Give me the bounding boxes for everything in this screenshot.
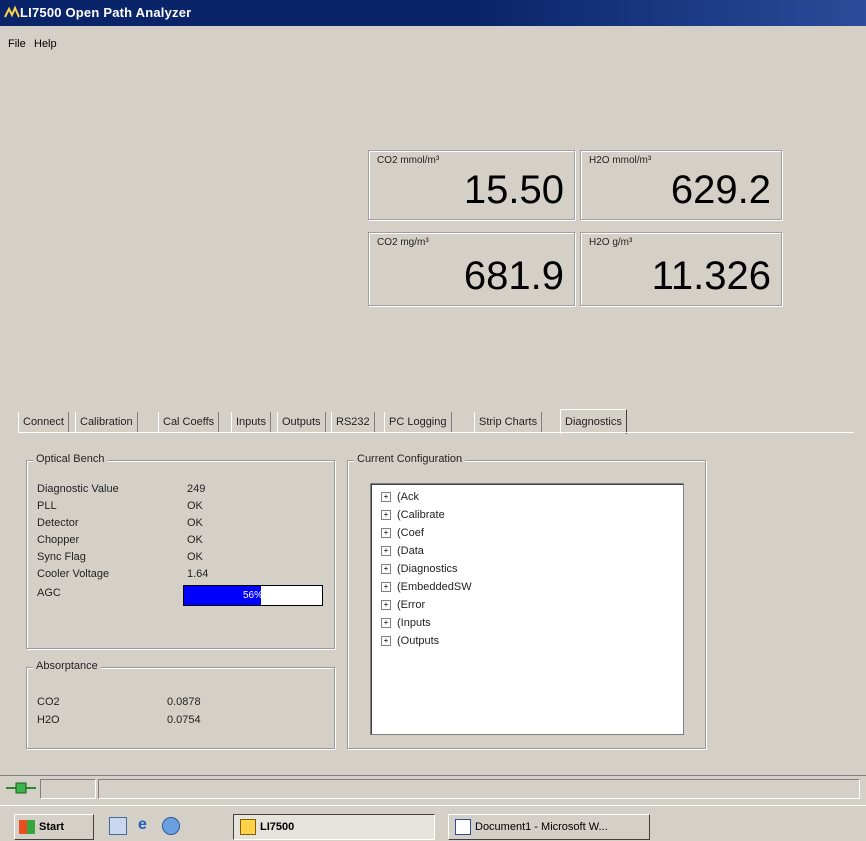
tree-item-label: (Calibrate (397, 509, 445, 521)
expand-icon[interactable]: + (381, 582, 391, 593)
cooler-voltage-value: 1.64 (187, 568, 209, 580)
expand-icon[interactable]: + (381, 546, 391, 557)
tree-item-label: (Coef (397, 527, 424, 539)
tree-item[interactable]: + (Outputs (381, 633, 439, 650)
detector-label: Detector (37, 517, 79, 529)
co2-mmol-label: CO2 mmol/m³ (377, 155, 440, 166)
agc-label: AGC (37, 587, 61, 599)
desktop-icon[interactable] (109, 817, 127, 835)
expand-icon[interactable]: + (381, 636, 391, 647)
h2o-mmol-readout: H2O mmol/m³ 629.2 (580, 150, 782, 220)
tab-pc-logging[interactable]: PC Logging (384, 412, 452, 432)
tree-item[interactable]: + (Coef (381, 525, 424, 542)
sync-flag-value: OK (187, 551, 203, 563)
start-button[interactable]: Start (14, 814, 94, 840)
chopper-value: OK (187, 534, 203, 546)
absorptance-title: Absorptance (33, 660, 101, 672)
h2o-g-readout: H2O g/m³ 11.326 (580, 232, 782, 306)
agc-progress-bar: 56% (183, 585, 323, 606)
li7500-app-icon (240, 819, 256, 836)
internet-explorer-icon[interactable]: e (138, 816, 147, 834)
tab-cal-coeffs[interactable]: Cal Coeffs (158, 412, 220, 432)
expand-icon[interactable]: + (381, 564, 391, 575)
tab-rs232[interactable]: RS232 (331, 412, 375, 432)
status-pane-1 (40, 779, 96, 799)
pll-label: PLL (37, 500, 57, 512)
tree-item[interactable]: + (Ack (381, 489, 419, 506)
taskbar-document1[interactable]: Document1 - Microsoft W... (448, 814, 650, 840)
sync-flag-label: Sync Flag (37, 551, 86, 563)
pll-value: OK (187, 500, 203, 512)
start-label: Start (39, 821, 65, 833)
tree-item-label: (Ack (397, 491, 419, 503)
tree-item[interactable]: + (Calibrate (381, 507, 445, 524)
expand-icon[interactable]: + (381, 600, 391, 611)
configuration-group: Current Configuration + (Ack + (Calibrate … (347, 453, 706, 749)
expand-icon[interactable]: + (381, 510, 391, 521)
expand-icon[interactable]: + (381, 492, 391, 503)
tab-inputs[interactable]: Inputs (231, 412, 271, 432)
tree-item-label: (Outputs (397, 635, 440, 647)
tree-item[interactable]: + (EmbeddedSW (381, 579, 472, 596)
optical-bench-group: Optical Bench Diagnostic Value 249 PLL O… (26, 453, 335, 649)
agc-percent: 56% (242, 590, 263, 601)
tab-strip-charts[interactable]: Strip Charts (474, 412, 543, 432)
expand-icon[interactable]: + (381, 528, 391, 539)
tree-item-label: (Diagnostics (397, 563, 458, 575)
outlook-express-icon[interactable] (162, 817, 180, 835)
tab-diagnostics[interactable]: Diagnostics (560, 409, 627, 434)
tree-item[interactable]: + (Data (381, 543, 424, 560)
detector-value: OK (187, 517, 203, 529)
tab-calibration[interactable]: Calibration (75, 412, 138, 432)
expand-icon[interactable]: + (381, 618, 391, 629)
co2-mg-readout: CO2 mg/m³ 681.9 (368, 232, 575, 306)
cooler-voltage-label: Cooler Voltage (37, 568, 110, 580)
taskbar: Start e LI7500 Document1 - Microsoft W..… (0, 805, 866, 841)
taskbar-document1-label: Document1 - Microsoft W... (475, 821, 608, 833)
h2o-g-value: 11.326 (651, 254, 771, 298)
tree-item[interactable]: + (Inputs (381, 615, 431, 632)
tab-connect[interactable]: Connect (18, 412, 69, 432)
connection-icon (6, 782, 36, 794)
tree-item[interactable]: + (Error (381, 597, 425, 614)
co2-mmol-value: 15.50 (463, 168, 564, 212)
taskbar-li7500[interactable]: LI7500 (233, 814, 435, 840)
diagnostic-value: 249 (187, 483, 206, 495)
co2-mmol-readout: CO2 mmol/m³ 15.50 (368, 150, 575, 220)
optical-bench-title: Optical Bench (33, 453, 108, 465)
absorptance-h2o-value: 0.0754 (167, 714, 201, 726)
tree-item-label: (Data (397, 545, 424, 557)
h2o-mmol-value: 629.2 (670, 168, 771, 212)
co2-mg-label: CO2 mg/m³ (377, 237, 429, 248)
tab-outputs[interactable]: Outputs (277, 412, 326, 432)
h2o-g-label: H2O g/m³ (589, 237, 633, 248)
menu-help[interactable]: Help (34, 38, 57, 50)
word-document-icon (455, 819, 471, 836)
absorptance-co2-value: 0.0878 (167, 696, 201, 708)
co2-mg-value: 681.9 (463, 254, 564, 298)
absorptance-group: Absorptance CO2 0.0878 H2O 0.0754 (26, 660, 335, 749)
status-bar (0, 775, 866, 802)
app-icon (4, 5, 20, 18)
window-title: LI7500 Open Path Analyzer (20, 5, 192, 20)
tree-item-label: (EmbeddedSW (397, 581, 472, 593)
tree-item[interactable]: + (Diagnostics (381, 561, 458, 578)
absorptance-h2o-label: H2O (37, 714, 60, 726)
absorptance-co2-label: CO2 (37, 696, 60, 708)
taskbar-li7500-label: LI7500 (260, 821, 295, 833)
tree-item-label: (Error (397, 599, 426, 611)
tree-item-label: (Inputs (397, 617, 431, 629)
configuration-tree[interactable]: + (Ack + (Calibrate + (Coef + (Data + (Diagno… (370, 483, 684, 735)
title-bar: LI7500 Open Path Analyzer (0, 0, 866, 26)
status-pane-2 (98, 779, 860, 799)
h2o-mmol-label: H2O mmol/m³ (589, 155, 652, 166)
menu-file[interactable]: File (8, 38, 26, 50)
windows-logo-icon (19, 820, 35, 835)
menu-bar: File Help (0, 26, 866, 52)
configuration-title: Current Configuration (354, 453, 466, 465)
chopper-label: Chopper (37, 534, 80, 546)
diagnostic-value-label: Diagnostic Value (37, 483, 119, 495)
